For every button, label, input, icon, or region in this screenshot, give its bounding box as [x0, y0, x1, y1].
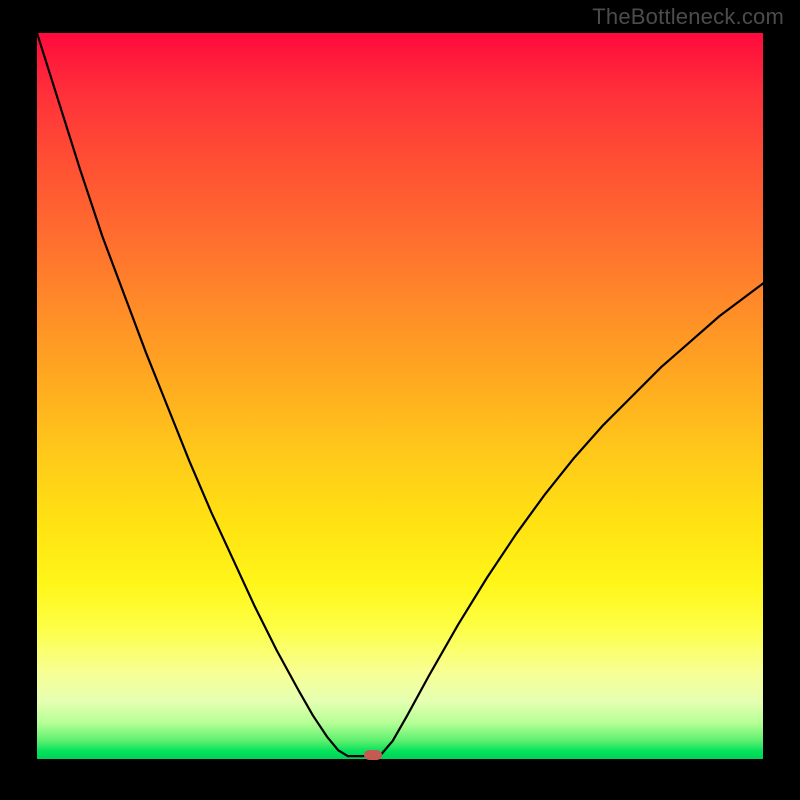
- attribution-text: TheBottleneck.com: [592, 4, 784, 30]
- optimal-point-marker: [364, 750, 382, 760]
- plot-area: [37, 33, 763, 759]
- chart-frame: TheBottleneck.com: [0, 0, 800, 800]
- bottleneck-curve: [37, 33, 763, 759]
